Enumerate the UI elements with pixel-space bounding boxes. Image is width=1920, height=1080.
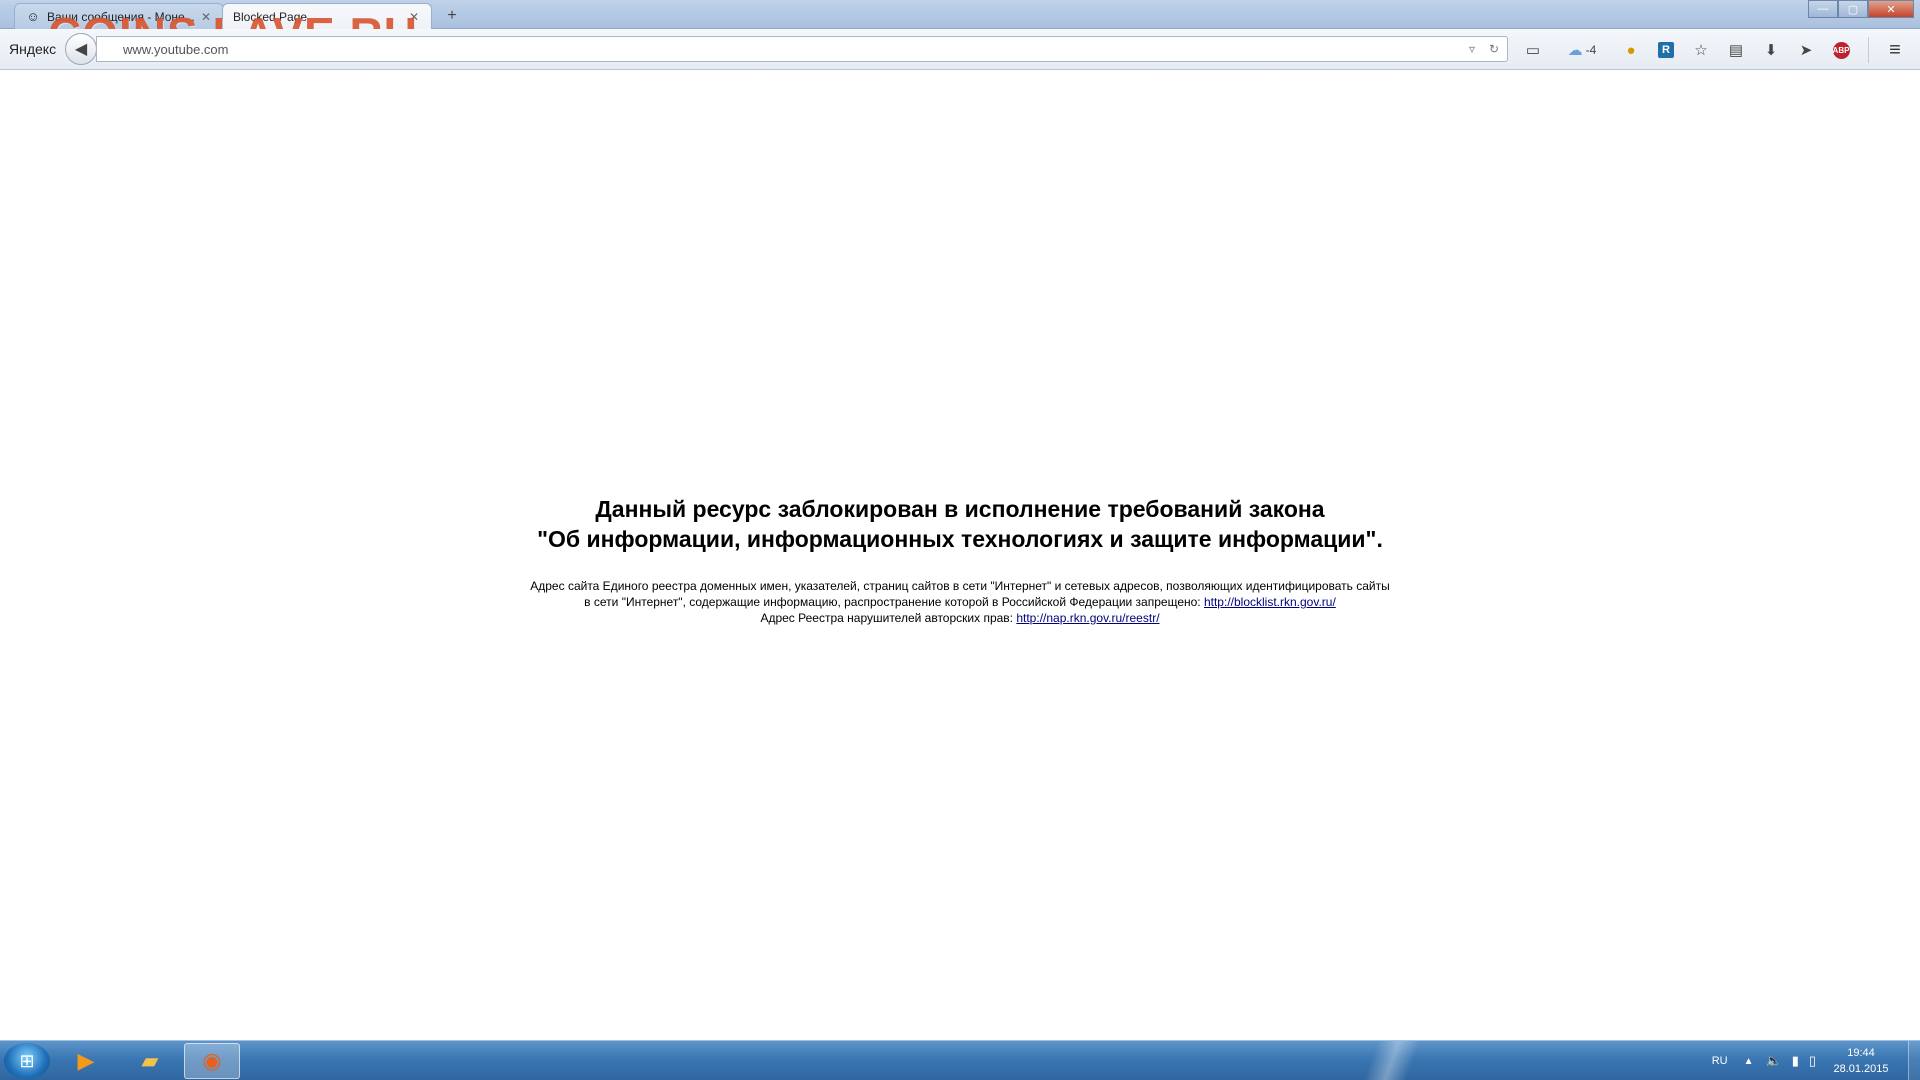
volume-icon[interactable]: 🔈 — [1766, 1053, 1782, 1069]
blocklist-link[interactable]: http://blocklist.rkn.gov.ru/ — [1204, 595, 1336, 609]
clipboard-icon[interactable]: ▤ — [1723, 37, 1749, 63]
weather-value: -4 — [1585, 43, 1597, 57]
adblock-icon[interactable]: ABP — [1828, 37, 1854, 63]
coin-icon[interactable]: ● — [1618, 37, 1644, 63]
window-controls: — ▢ ✕ — [1808, 0, 1914, 18]
start-button[interactable]: ⊞ — [4, 1043, 50, 1079]
heading-line-2: "Об информации, информационных технологи… — [537, 526, 1383, 552]
firefox-icon[interactable]: ◉ — [184, 1043, 240, 1079]
arrow-left-icon: ◀ — [74, 41, 88, 58]
clock-time: 19:44 — [1847, 1047, 1875, 1059]
dropdown-arrow-icon[interactable]: ▿ — [1463, 42, 1481, 56]
tab-close-icon[interactable]: ✕ — [407, 10, 421, 24]
info-line-3-text: Адрес Реестра нарушителей авторских прав… — [760, 611, 1013, 625]
toolbar: ▭ ☁ -4 ● R ☆ ▤ ⬇ ➤ ABP — [1520, 37, 1863, 63]
blocked-info: Адрес сайта Единого реестра доменных име… — [0, 578, 1920, 626]
tab-strip: ☺ Ваши сообщения - Моне... ✕ Blocked Pag… — [0, 0, 1920, 29]
info-line-2-text: в сети "Интернет", содержащие информацию… — [584, 595, 1201, 609]
send-icon[interactable]: ➤ — [1793, 37, 1819, 63]
show-hidden-icons-icon[interactable]: ▲ — [1744, 1056, 1754, 1067]
taskbar: ⊞ ▶ ▰ ◉ RU ▲ 🔈 ▮ ▯ 19:44 28.01.2015 — [0, 1040, 1920, 1080]
clock[interactable]: 19:44 28.01.2015 — [1826, 1045, 1896, 1077]
tab-messages[interactable]: ☺ Ваши сообщения - Моне... ✕ — [14, 3, 224, 29]
new-tab-button[interactable]: + — [442, 6, 462, 26]
info-line-2: в сети "Интернет", содержащие информацию… — [0, 594, 1920, 610]
network-signal-icon[interactable]: ▮ — [1792, 1053, 1799, 1069]
address-bar[interactable]: www.youtube.com ▿ ↻ — [96, 36, 1508, 62]
weather-widget[interactable]: ☁ -4 — [1555, 37, 1609, 63]
info-line-3: Адрес Реестра нарушителей авторских прав… — [0, 610, 1920, 626]
r-box-icon[interactable]: R — [1653, 37, 1679, 63]
media-player-icon[interactable]: ▶ — [58, 1043, 114, 1079]
file-explorer-icon[interactable]: ▰ — [122, 1043, 178, 1079]
smiley-icon: ☺ — [26, 9, 40, 24]
system-tray: RU ▲ 🔈 ▮ ▯ 19:44 28.01.2015 — [1712, 1041, 1920, 1080]
navigation-bar: Яндекс ◀ www.youtube.com ▿ ↻ ▭ ☁ -4 ● R … — [0, 29, 1920, 70]
menu-icon[interactable]: ≡ — [1882, 37, 1908, 63]
close-window-button[interactable]: ✕ — [1868, 0, 1914, 18]
minimize-button[interactable]: — — [1808, 0, 1838, 18]
yandex-logo[interactable]: Яндекс — [9, 41, 56, 57]
tab-close-icon[interactable]: ✕ — [199, 10, 213, 24]
language-indicator[interactable]: RU — [1712, 1055, 1728, 1067]
clock-date: 28.01.2015 — [1833, 1063, 1889, 1075]
weather-cloud-icon: ☁ — [1567, 42, 1583, 59]
info-line-1: Адрес сайта Единого реестра доменных име… — [530, 579, 1390, 593]
tab-blocked-page[interactable]: Blocked Page ✕ — [222, 3, 432, 29]
nap-registry-link[interactable]: http://nap.rkn.gov.ru/reestr/ — [1016, 611, 1159, 625]
download-icon[interactable]: ⬇ — [1758, 37, 1784, 63]
tab-title: Blocked Page — [233, 9, 308, 24]
back-button[interactable]: ◀ — [65, 33, 97, 65]
maximize-button[interactable]: ▢ — [1838, 0, 1868, 18]
toolbar-divider — [1868, 37, 1869, 63]
page-content: Данный ресурс заблокирован в исполнение … — [0, 70, 1920, 1040]
heading-line-1: Данный ресурс заблокирован в исполнение … — [595, 496, 1325, 522]
screenshot-icon[interactable]: ▭ — [1520, 37, 1546, 63]
bookmark-star-icon[interactable]: ☆ — [1688, 37, 1714, 63]
url-field[interactable]: www.youtube.com — [123, 42, 1463, 57]
battery-icon[interactable]: ▯ — [1809, 1053, 1816, 1069]
reload-icon[interactable]: ↻ — [1485, 42, 1503, 56]
show-desktop-button[interactable] — [1908, 1041, 1920, 1080]
blocked-heading: Данный ресурс заблокирован в исполнение … — [0, 494, 1920, 554]
windows-logo-icon: ⊞ — [19, 1050, 35, 1071]
tab-title: Ваши сообщения - Моне... — [47, 9, 195, 24]
